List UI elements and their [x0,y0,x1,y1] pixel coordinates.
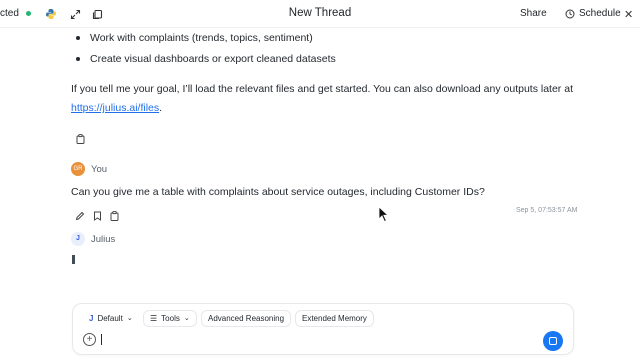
tools-button[interactable]: ☰ Tools ⌄ [143,310,197,327]
plus-icon[interactable]: + [83,333,96,346]
clock-icon [565,9,575,19]
bullet-icon [76,57,80,61]
mouse-pointer-icon [378,206,390,228]
user-author-name: You [91,164,108,175]
top-bar: cted New Thread Share Schedule ✕ [0,0,640,28]
julius-logo-icon: J [89,314,94,323]
message-paragraph: If you tell me your goal, I’ll load the … [71,83,573,95]
model-label: Default [97,314,123,323]
assistant-author-name: Julius [91,234,116,245]
chevron-down-icon: ⌄ [126,315,133,322]
message-timestamp: Sep 5, 07:53:57 AM [516,207,578,214]
list-item-text: Create visual dashboards or export clean… [90,53,336,65]
send-button[interactable] [543,331,563,351]
bullet-icon [76,36,80,40]
copy-message-icon[interactable] [108,210,120,222]
bookmark-icon[interactable] [91,210,103,222]
user-avatar: GR [71,162,85,176]
streaming-cursor [72,255,75,264]
message-composer: J Default ⌄ ☰ Tools ⌄ Advanced Reasoning… [72,303,574,355]
copy-message-icon[interactable] [74,133,86,145]
chevron-down-icon: ⌄ [183,315,190,322]
message-input[interactable] [101,334,102,345]
tools-icon: ☰ [150,314,158,323]
link-suffix: . [159,102,163,114]
share-button[interactable]: Share [515,3,552,25]
files-link-line: https://julius.ai/files. [71,102,162,114]
list-item-text: Work with complaints (trends, topics, se… [90,32,313,44]
tools-label: Tools [161,314,180,323]
close-icon[interactable]: ✕ [624,8,633,21]
list-item: Work with complaints (trends, topics, se… [76,32,313,44]
advanced-reasoning-toggle[interactable]: Advanced Reasoning [201,310,292,327]
assistant-avatar: J [71,232,85,246]
schedule-label: Schedule [579,8,621,19]
user-message-text: Can you give me a table with complaints … [71,186,485,198]
schedule-button[interactable]: Schedule [562,3,624,25]
files-link[interactable]: https://julius.ai/files [71,102,159,114]
edit-icon[interactable] [74,210,86,222]
stop-icon [549,337,557,345]
list-item: Create visual dashboards or export clean… [76,53,336,65]
extended-memory-toggle[interactable]: Extended Memory [295,310,374,327]
model-selector[interactable]: J Default ⌄ [82,310,140,327]
